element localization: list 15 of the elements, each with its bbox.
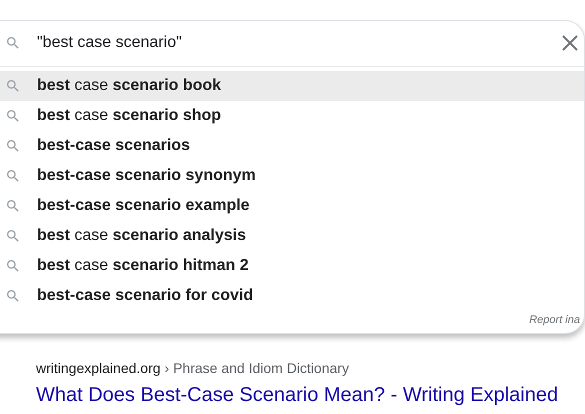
search-icon (5, 288, 21, 304)
search-icon (5, 35, 21, 51)
report-link[interactable]: Report ina (529, 312, 580, 328)
search-icon (5, 108, 21, 124)
result-breadcrumb: › Phrase and Idiom Dictionary (164, 359, 349, 378)
search-icon (5, 138, 21, 154)
search-icon (5, 198, 21, 214)
result-site: writingexplained.org (36, 359, 161, 378)
search-icon (5, 78, 21, 94)
search-field[interactable]: "best case scenario" (37, 31, 532, 55)
search-icon (5, 228, 21, 244)
search-icon (5, 258, 21, 274)
search-icon (5, 168, 21, 184)
suggestion-item[interactable]: best case scenario book (0, 71, 584, 101)
result-title-link[interactable]: What Does Best-Case Scenario Mean? - Writing Explained (36, 381, 585, 409)
